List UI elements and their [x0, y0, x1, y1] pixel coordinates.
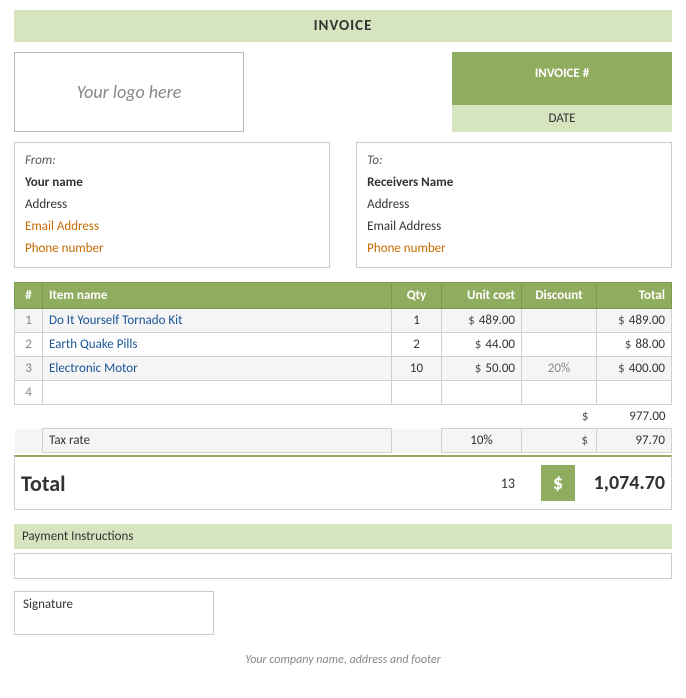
row-total: $400.00 — [597, 357, 672, 381]
col-header-item: Item name — [43, 283, 392, 309]
col-header-qty: Qty — [392, 283, 442, 309]
row-unitcost: $44.00 — [442, 333, 522, 357]
row-discount: 20% — [522, 357, 597, 381]
total-label: Total — [21, 470, 483, 497]
table-header-row: # Item name Qty Unit cost Discount Total — [15, 283, 672, 309]
col-header-unitcost: Unit cost — [442, 283, 522, 309]
row-unitcost: $50.00 — [442, 357, 522, 381]
to-phone: Phone number — [367, 238, 661, 260]
tax-rate: 10% — [442, 429, 522, 453]
payment-label: Payment Instructions — [14, 524, 672, 549]
payment-section: Payment Instructions — [14, 524, 672, 579]
row-discount — [522, 381, 597, 405]
row-qty: 10 — [392, 357, 442, 381]
row-num: 2 — [15, 333, 43, 357]
from-label: From: — [25, 150, 319, 172]
row-num: 3 — [15, 357, 43, 381]
row-item: Electronic Motor — [43, 357, 392, 381]
row-discount — [522, 309, 597, 333]
row-qty: 1 — [392, 309, 442, 333]
to-email: Email Address — [367, 216, 661, 238]
payment-input[interactable] — [14, 553, 672, 579]
tax-row: Tax rate 10% $ 97.70 — [15, 429, 672, 453]
col-header-total: Total — [597, 283, 672, 309]
invoice-title: INVOICE — [14, 10, 672, 42]
to-box: To: Receivers Name Address Email Address… — [356, 142, 672, 268]
total-qty: 13 — [483, 475, 533, 492]
col-header-discount: Discount — [522, 283, 597, 309]
footer: Your company name, address and footer — [14, 653, 672, 667]
subtotal-value: 977.00 — [597, 405, 672, 429]
row-discount — [522, 333, 597, 357]
tax-label: Tax rate — [43, 429, 392, 453]
row-qty — [392, 381, 442, 405]
signature-label: Signature — [23, 597, 73, 612]
invoice-meta: INVOICE # DATE — [452, 52, 672, 132]
from-name: Your name — [25, 172, 319, 194]
from-phone: Phone number — [25, 238, 319, 260]
from-email: Email Address — [25, 216, 319, 238]
signature-box: Signature — [14, 591, 214, 635]
total-section: Total 13 $ 1,074.70 — [14, 455, 672, 510]
signature-section: Signature — [14, 591, 672, 635]
tax-amount: 97.70 — [597, 429, 672, 453]
table-row: 2Earth Quake Pills2$44.00$88.00 — [15, 333, 672, 357]
subtotal-row: $ 977.00 — [15, 405, 672, 429]
table-row: 3Electronic Motor10$50.0020%$400.00 — [15, 357, 672, 381]
row-unitcost — [442, 381, 522, 405]
total-dollar-sign: $ — [541, 465, 575, 501]
invoice-date-box: DATE — [452, 105, 672, 132]
address-row: From: Your name Address Email Address Ph… — [14, 142, 672, 268]
row-total: $88.00 — [597, 333, 672, 357]
logo-box: Your logo here — [14, 52, 244, 132]
to-address: Address — [367, 194, 661, 216]
to-label: To: — [367, 150, 661, 172]
invoice-number-box: INVOICE # — [452, 52, 672, 105]
from-box: From: Your name Address Email Address Ph… — [14, 142, 330, 268]
from-address: Address — [25, 194, 319, 216]
row-item: Earth Quake Pills — [43, 333, 392, 357]
row-total — [597, 381, 672, 405]
items-table: # Item name Qty Unit cost Discount Total… — [14, 282, 672, 453]
row-item — [43, 381, 392, 405]
logo-placeholder: Your logo here — [77, 81, 182, 103]
total-amount: 1,074.70 — [575, 471, 665, 495]
row-qty: 2 — [392, 333, 442, 357]
table-row: 4 — [15, 381, 672, 405]
row-unitcost: $489.00 — [442, 309, 522, 333]
header-row: Your logo here INVOICE # DATE — [14, 52, 672, 132]
col-header-num: # — [15, 283, 43, 309]
table-row: 1Do It Yourself Tornado Kit1$489.00$489.… — [15, 309, 672, 333]
row-total: $489.00 — [597, 309, 672, 333]
row-num: 1 — [15, 309, 43, 333]
row-num: 4 — [15, 381, 43, 405]
row-item: Do It Yourself Tornado Kit — [43, 309, 392, 333]
to-name: Receivers Name — [367, 172, 661, 194]
